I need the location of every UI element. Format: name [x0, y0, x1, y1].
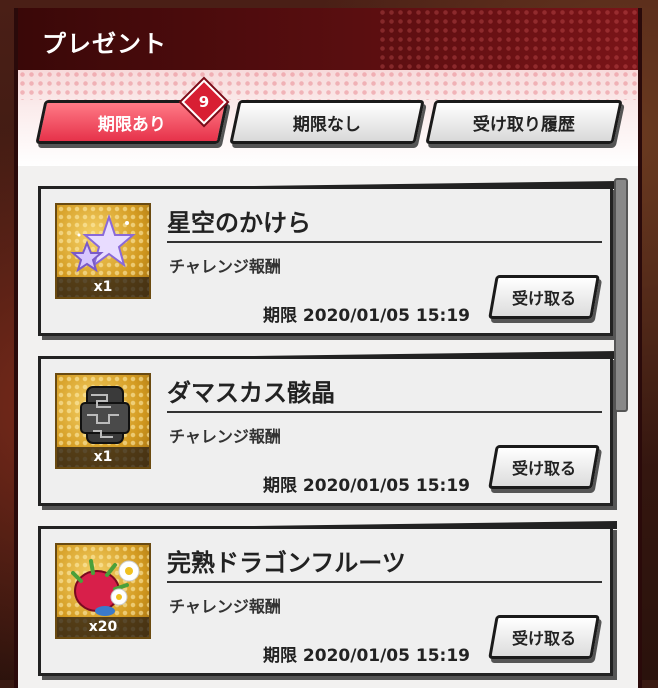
tab-bar: 期限あり 9 期限なし 受け取り履歴 — [18, 70, 638, 166]
item-quantity: x1 — [57, 447, 149, 467]
card-cap — [38, 351, 617, 359]
list-item: x20 完熟ドラゴンフルーツ チャレンジ報酬 期限 2020/01/05 15:… — [38, 521, 617, 676]
item-source: チャレンジ報酬 — [169, 257, 281, 276]
present-panel: プレゼント 期限あり 9 期限なし 受け取り履歴 x1 星空のかけら チャレンジ… — [14, 8, 642, 688]
item-quantity: x20 — [57, 617, 149, 637]
item-name: ダマスカス骸晶 — [167, 379, 335, 407]
item-expiry: 期限 2020/01/05 15:19 — [263, 306, 470, 326]
receive-button-label: 受け取る — [511, 289, 576, 308]
count-badge-text: 9 — [198, 93, 210, 111]
damascus-ore-icon — [80, 386, 130, 444]
receive-button[interactable]: 受け取る — [488, 445, 600, 489]
tab-no-expiry[interactable]: 期限なし — [229, 100, 425, 144]
item-source: チャレンジ報酬 — [169, 427, 281, 446]
divider — [167, 411, 602, 413]
receive-button[interactable]: 受け取る — [488, 615, 600, 659]
card-cap — [38, 521, 617, 529]
receive-button-label: 受け取る — [511, 629, 576, 648]
item-expiry: 期限 2020/01/05 15:19 — [263, 476, 470, 496]
item-name: 完熟ドラゴンフルーツ — [167, 549, 406, 577]
list-item: x1 ダマスカス骸晶 チャレンジ報酬 期限 2020/01/05 15:19 受… — [38, 351, 617, 506]
item-name: 星空のかけら — [167, 209, 311, 237]
card-cap — [38, 181, 617, 189]
scrollbar[interactable] — [614, 178, 628, 412]
divider — [167, 241, 602, 243]
dragon-fruit-icon — [71, 559, 140, 616]
divider — [167, 581, 602, 583]
page-title: プレゼント — [42, 30, 167, 58]
item-quantity: x1 — [57, 277, 149, 297]
item-thumbnail: x1 — [55, 373, 151, 469]
present-list[interactable]: x1 星空のかけら チャレンジ報酬 期限 2020/01/05 15:19 受け… — [18, 166, 638, 688]
tab-label: 期限なし — [293, 114, 361, 135]
receive-button[interactable]: 受け取る — [488, 275, 600, 319]
list-item: x1 星空のかけら チャレンジ報酬 期限 2020/01/05 15:19 受け… — [38, 181, 617, 336]
item-thumbnail: x20 — [55, 543, 151, 639]
item-source: チャレンジ報酬 — [169, 597, 281, 616]
panel-header: プレゼント — [18, 8, 638, 70]
tab-label: 期限あり — [98, 114, 166, 135]
item-expiry: 期限 2020/01/05 15:19 — [263, 646, 470, 666]
tab-history[interactable]: 受け取り履歴 — [425, 100, 623, 144]
tab-label: 受け取り履歴 — [473, 114, 575, 135]
item-thumbnail: x1 — [55, 203, 151, 299]
star-crystal-icon — [70, 213, 136, 273]
receive-button-label: 受け取る — [511, 459, 576, 478]
